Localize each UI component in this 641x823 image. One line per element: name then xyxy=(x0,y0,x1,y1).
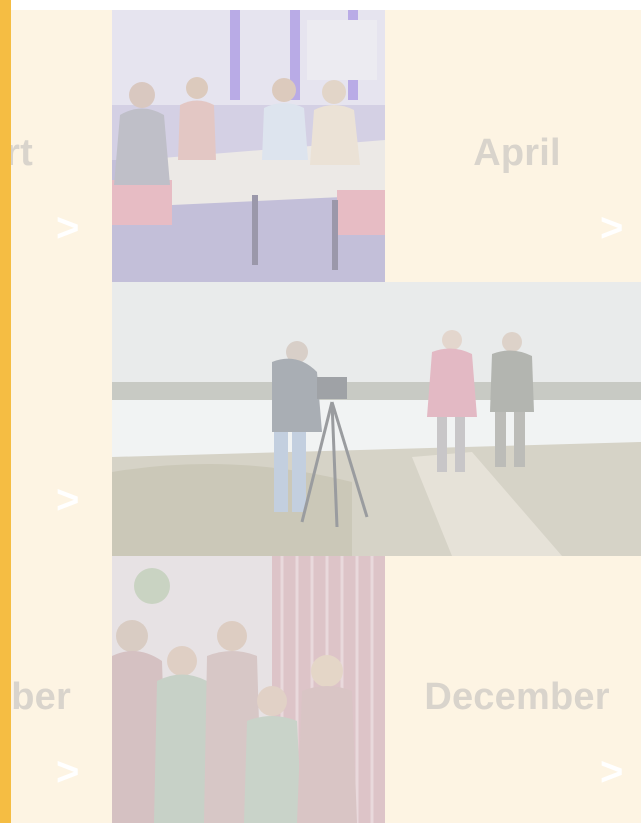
accent-bar xyxy=(0,0,11,823)
month-label: ber xyxy=(11,676,71,718)
month-tile-april[interactable]: April > xyxy=(385,10,641,282)
arrow-icon: > xyxy=(56,750,80,794)
studio-talkshow-photo[interactable] xyxy=(112,10,385,282)
arrow-icon: > xyxy=(56,206,80,250)
month-grid: rt > April > > ber > December > xyxy=(11,10,641,823)
christmas-group-photo[interactable] xyxy=(112,556,385,823)
outdoor-filming-photo[interactable] xyxy=(112,282,641,556)
arrow-icon: > xyxy=(600,750,624,794)
month-label: April xyxy=(473,132,561,174)
month-tile-left-top[interactable]: rt > xyxy=(11,10,112,282)
month-tile-left-bottom[interactable]: ber > xyxy=(11,556,112,823)
arrow-icon: > xyxy=(56,478,80,522)
month-label: December xyxy=(424,676,610,718)
month-tile-december[interactable]: December > xyxy=(385,556,641,823)
arrow-icon: > xyxy=(600,206,624,250)
month-tile-left-middle[interactable]: > xyxy=(11,282,112,556)
month-label: rt xyxy=(11,132,33,174)
